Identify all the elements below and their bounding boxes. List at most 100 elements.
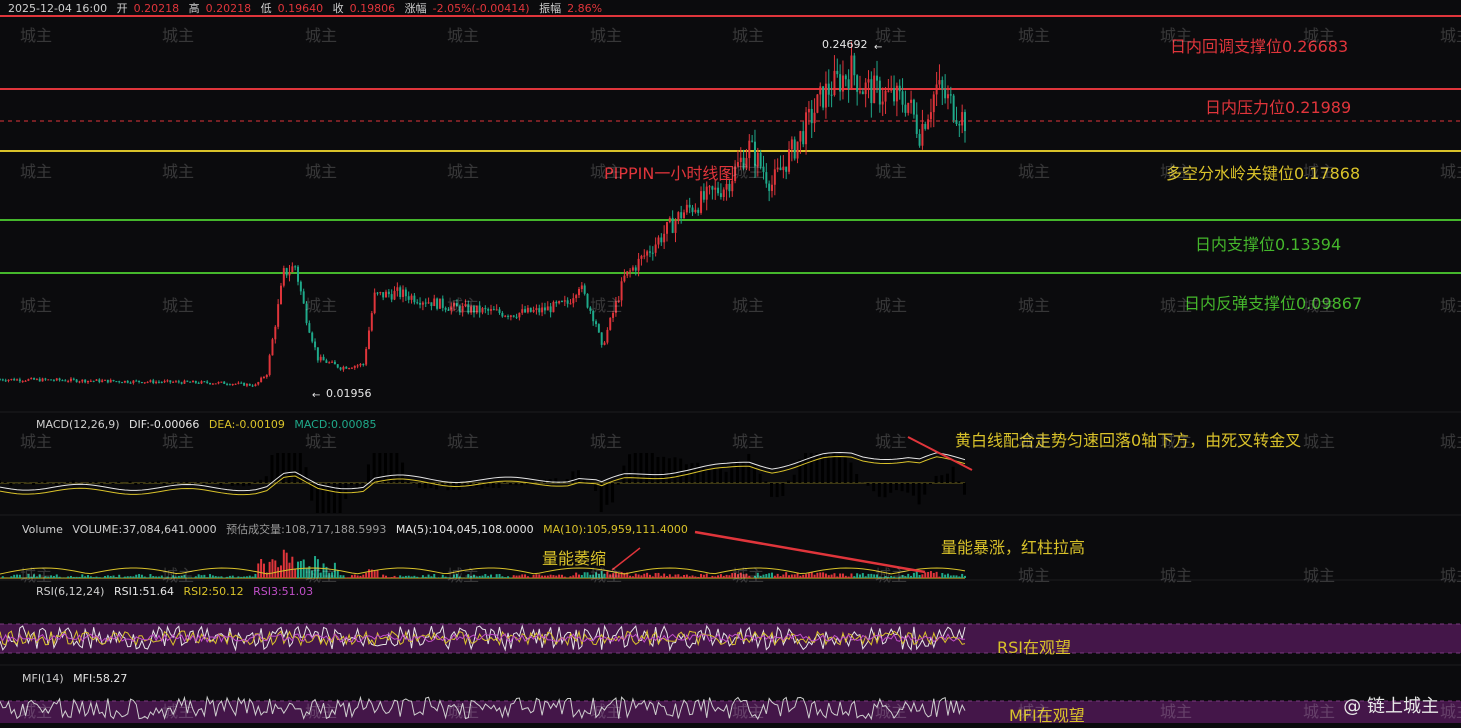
- candle-body: [214, 383, 217, 385]
- candle-body: [1, 379, 4, 381]
- candle-body: [41, 378, 44, 382]
- candle-body: [92, 380, 95, 382]
- volume-bar: [524, 574, 527, 578]
- volume-bar: [155, 576, 158, 578]
- candle-body: [152, 380, 155, 384]
- volume-bar: [126, 576, 129, 578]
- candle-body: [203, 381, 206, 383]
- volume-bar: [580, 575, 583, 578]
- volume-bar: [373, 571, 376, 578]
- volume-bar: [549, 574, 552, 578]
- candle-body: [853, 55, 856, 76]
- volume-bar: [753, 575, 756, 578]
- candle-body: [84, 379, 87, 383]
- candle-body: [895, 85, 898, 102]
- volume-bar: [172, 575, 175, 578]
- macd-bar: [287, 453, 291, 483]
- volume-bar: [95, 576, 98, 578]
- volume-note-left: 量能萎缩: [542, 549, 607, 568]
- volume-bar: [260, 559, 263, 578]
- candle-body: [648, 251, 651, 253]
- candle-body: [572, 298, 575, 304]
- candle-body: [819, 86, 822, 95]
- candle-body: [121, 382, 124, 384]
- candle-body: [629, 270, 632, 272]
- candle-body: [532, 310, 535, 312]
- volume-bar: [546, 575, 549, 578]
- candle-body: [555, 301, 558, 304]
- volume-bar: [779, 576, 782, 578]
- candle-body: [841, 75, 844, 92]
- volume-bar: [606, 571, 609, 578]
- macd-bar: [804, 453, 808, 483]
- volume-bar: [683, 574, 686, 578]
- candle-body: [112, 379, 115, 382]
- volume-bar: [685, 574, 688, 578]
- candle-body: [793, 139, 796, 159]
- candle-body: [492, 309, 495, 311]
- volume-bar: [490, 574, 493, 578]
- candle-body: [356, 365, 359, 367]
- volume-bar: [822, 572, 825, 578]
- candle-body: [603, 342, 606, 345]
- candle-body: [197, 382, 200, 384]
- candle-body: [183, 380, 186, 384]
- candle-body: [830, 94, 833, 96]
- volume-bar: [16, 574, 19, 578]
- volume-bar: [35, 576, 38, 578]
- candle-body: [404, 289, 407, 297]
- candle-body: [782, 166, 785, 171]
- main-title: PIPPIN一小时线图: [604, 164, 735, 183]
- macd-bar: [900, 483, 904, 492]
- candle-body: [680, 212, 683, 219]
- volume-bar: [651, 576, 654, 578]
- candle-body: [362, 363, 365, 365]
- volume-bar: [305, 568, 308, 578]
- candle-body: [413, 295, 416, 303]
- macd-bar: [548, 479, 552, 483]
- macd-bar: [304, 467, 308, 483]
- candle-body: [856, 75, 859, 92]
- candle-body: [61, 380, 64, 382]
- volume-bar: [282, 549, 285, 578]
- candle-body: [924, 124, 927, 129]
- candle-body: [765, 172, 768, 184]
- candle-body: [546, 306, 549, 311]
- volume-bar: [169, 577, 172, 578]
- volume-bar: [680, 576, 683, 578]
- candle-body: [952, 95, 955, 121]
- macd-bar: [270, 455, 274, 483]
- candle-body: [595, 321, 598, 325]
- candle-body: [810, 108, 813, 124]
- volume-bar: [955, 575, 958, 578]
- candle-body: [285, 268, 288, 276]
- volume-bar: [237, 576, 240, 578]
- candle-body: [708, 186, 711, 188]
- candle-body: [288, 272, 291, 276]
- macd-bar: [321, 483, 325, 513]
- volume-bar: [952, 575, 955, 578]
- candle-body: [890, 88, 893, 91]
- level-label-1: 日内回调支撑位0.26683: [1170, 37, 1349, 56]
- volume-bar: [677, 574, 680, 578]
- macd-bar: [378, 453, 382, 483]
- volume-bar: [487, 575, 490, 578]
- candle-body: [700, 191, 703, 213]
- candle-body: [220, 381, 223, 383]
- macd-bar: [32, 483, 36, 486]
- volume-bar: [915, 571, 918, 578]
- macd-bar: [111, 483, 115, 484]
- candle-body: [140, 382, 143, 384]
- volume-bar: [1, 576, 4, 578]
- candle-body: [260, 377, 263, 383]
- macd-bar: [236, 483, 240, 486]
- candle-body: [75, 379, 78, 383]
- candle-body: [274, 326, 277, 340]
- candle-body: [336, 364, 339, 368]
- candle-body: [245, 383, 248, 386]
- macd-bar: [735, 460, 739, 483]
- macd-bar: [667, 458, 671, 483]
- volume-bar: [722, 575, 725, 578]
- candle-body: [884, 90, 887, 102]
- volume-arrow-right: [694, 530, 926, 574]
